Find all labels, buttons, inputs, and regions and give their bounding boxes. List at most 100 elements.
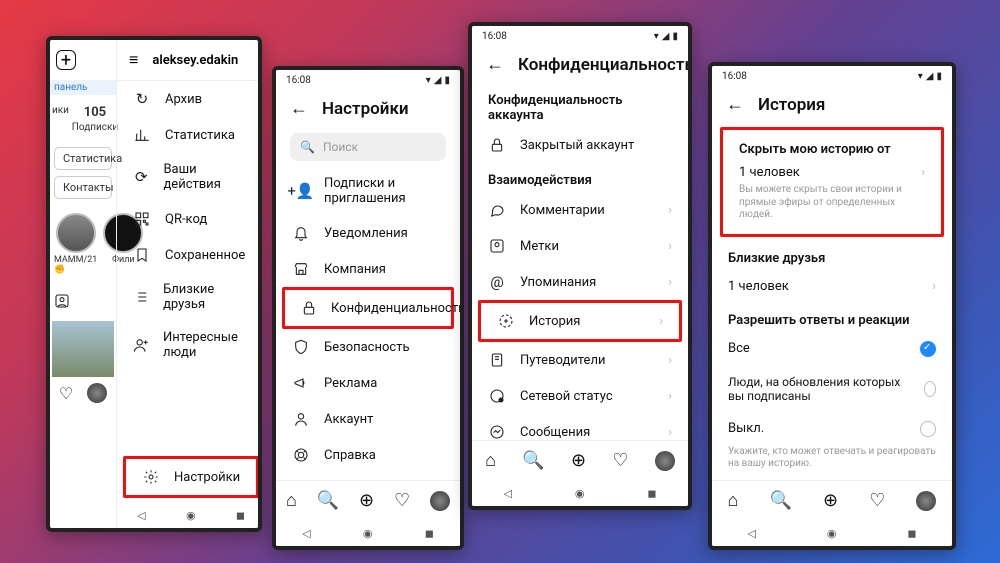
item-label: Настройки xyxy=(174,470,240,485)
status-time: 16:08 xyxy=(722,71,747,82)
bookmark-icon xyxy=(133,246,151,264)
nav-recent-icon[interactable]: ◼ xyxy=(425,527,434,540)
section-interactions: Взаимодействия xyxy=(472,163,688,192)
search-icon[interactable]: 🔍 xyxy=(522,450,544,471)
profile-icon[interactable] xyxy=(430,491,450,511)
menu-qr[interactable]: QR-код xyxy=(117,201,262,237)
lock-icon xyxy=(301,299,317,317)
page-title: Настройки xyxy=(322,99,409,119)
create-icon[interactable]: ⊕ xyxy=(823,490,838,511)
menu-stats[interactable]: Статистика xyxy=(117,117,262,153)
menu-activity[interactable]: ⟳Ваши действия xyxy=(117,153,262,201)
status-bar: 16:08▾◢▮ xyxy=(472,26,688,46)
settings-security[interactable]: Безопасность xyxy=(276,329,460,365)
settings-privacy[interactable]: Конфиденциальность xyxy=(282,287,454,329)
item-label: История xyxy=(529,314,580,329)
posts-count: 105 xyxy=(84,105,106,120)
nav-recent-icon[interactable]: ◼ xyxy=(647,487,656,500)
search-icon[interactable]: 🔍 xyxy=(770,490,792,511)
at-icon: @ xyxy=(488,273,506,291)
hide-story-people[interactable]: 1 человек › xyxy=(723,161,941,184)
privacy-mentions[interactable]: @Упоминания› xyxy=(472,264,688,300)
page-title: Конфиденциальность xyxy=(518,55,692,75)
home-icon[interactable]: ⌂ xyxy=(485,450,496,471)
post-thumbnail[interactable] xyxy=(52,321,114,377)
nav-home-icon[interactable]: ◉ xyxy=(186,509,196,522)
menu-close-friends[interactable]: Близкие друзья xyxy=(117,273,262,321)
back-icon[interactable]: ← xyxy=(726,94,744,115)
home-icon[interactable]: ⌂ xyxy=(728,490,739,511)
settings-business[interactable]: Компания xyxy=(276,251,460,287)
nav-home-icon[interactable]: ◉ xyxy=(363,527,373,540)
privacy-story[interactable]: История› xyxy=(478,300,682,342)
home-icon[interactable]: ⌂ xyxy=(286,490,297,511)
username[interactable]: aleksey.edakin xyxy=(152,53,238,68)
create-icon[interactable]: + xyxy=(56,50,76,70)
settings-info[interactable]: ⓘИнформация xyxy=(276,473,460,480)
stats-button[interactable]: Статистика xyxy=(54,147,112,170)
privacy-messages[interactable]: Сообщения› xyxy=(472,414,688,440)
create-icon[interactable]: ⊕ xyxy=(359,490,374,511)
tagged-icon[interactable] xyxy=(50,285,116,321)
contacts-button[interactable]: Контакты xyxy=(54,176,112,199)
bottom-nav: ⌂ 🔍 ⊕ ♡ xyxy=(276,480,460,520)
settings-ads[interactable]: Реклама xyxy=(276,365,460,401)
replies-following[interactable]: Люди, на обновления которых вы подписаны xyxy=(712,366,952,412)
phone-story-settings: 16:08▾◢▮ ←История Скрыть мою историю от … xyxy=(708,62,956,550)
radio-icon xyxy=(920,421,936,437)
privacy-guides[interactable]: Путеводители› xyxy=(472,342,688,378)
replies-off[interactable]: Выкл. xyxy=(712,412,952,446)
list-icon xyxy=(133,288,149,306)
privacy-comments[interactable]: Комментарии› xyxy=(472,192,688,228)
menu-saved[interactable]: Сохраненное xyxy=(117,237,262,273)
item-label: Уведомления xyxy=(324,226,408,241)
heart-icon[interactable]: ♡ xyxy=(394,490,410,511)
status-icon xyxy=(488,387,506,405)
settings-notifications[interactable]: Уведомления xyxy=(276,215,460,251)
story-highlight[interactable]: MAMM/21 ✊ xyxy=(54,213,97,275)
heart-icon[interactable]: ♡ xyxy=(612,450,628,471)
status-bar: 16:08▾◢▮ xyxy=(276,70,460,90)
settings-help[interactable]: Справка xyxy=(276,437,460,473)
close-friends-count[interactable]: 1 человек› xyxy=(712,270,952,303)
search-input[interactable]: 🔍Поиск xyxy=(290,133,446,161)
item-label: Справка xyxy=(324,448,376,463)
replies-all[interactable]: Все xyxy=(712,332,952,366)
nav-back-icon[interactable]: ◁ xyxy=(747,527,755,540)
system-nav: ◁ ◉ ◼ xyxy=(712,520,952,546)
menu-settings[interactable]: Настройки xyxy=(123,456,259,498)
section-close-friends: Близкие друзья xyxy=(712,241,952,270)
privacy-tags[interactable]: Метки› xyxy=(472,228,688,264)
nav-back-icon[interactable]: ◁ xyxy=(302,527,310,540)
create-icon[interactable]: ⊕ xyxy=(571,450,586,471)
private-account-toggle[interactable]: Закрытый аккаунт xyxy=(472,127,688,163)
item-label: Статистика xyxy=(165,128,235,143)
nav-home-icon[interactable]: ◉ xyxy=(575,487,585,500)
nav-recent-icon[interactable]: ◼ xyxy=(907,527,916,540)
back-icon[interactable]: ← xyxy=(290,98,308,119)
nav-back-icon[interactable]: ◁ xyxy=(137,509,145,522)
settings-account[interactable]: Аккаунт xyxy=(276,401,460,437)
avatar-icon[interactable] xyxy=(87,383,107,403)
system-nav: ◁ ◉ ◼ xyxy=(276,520,460,546)
menu-interesting[interactable]: Интересные люди xyxy=(117,321,262,369)
back-icon[interactable]: ← xyxy=(486,54,504,75)
hide-count: 1 человек xyxy=(739,165,800,180)
menu-archive[interactable]: ↻Архив xyxy=(117,81,262,117)
profile-icon[interactable] xyxy=(655,451,675,471)
chevron-right-icon: › xyxy=(921,165,925,180)
nav-back-icon[interactable]: ◁ xyxy=(503,487,511,500)
hamburger-icon[interactable]: ≡ xyxy=(129,50,138,70)
privacy-activity-status[interactable]: Сетевой статус› xyxy=(472,378,688,414)
heart-icon[interactable]: ♡ xyxy=(869,490,885,511)
heart-icon[interactable]: ♡ xyxy=(59,384,73,403)
search-icon[interactable]: 🔍 xyxy=(317,490,339,511)
settings-invites[interactable]: +👤Подписки и приглашения xyxy=(276,167,460,215)
nav-recent-icon[interactable]: ◼ xyxy=(236,509,245,522)
profile-icon[interactable] xyxy=(916,491,936,511)
search-icon: 🔍 xyxy=(300,140,315,154)
item-label: Люди, на обновления которых вы подписаны xyxy=(728,375,910,403)
nav-home-icon[interactable]: ◉ xyxy=(827,527,837,540)
item-label: Подписки и приглашения xyxy=(324,176,444,206)
item-label: Упоминания xyxy=(520,275,596,290)
